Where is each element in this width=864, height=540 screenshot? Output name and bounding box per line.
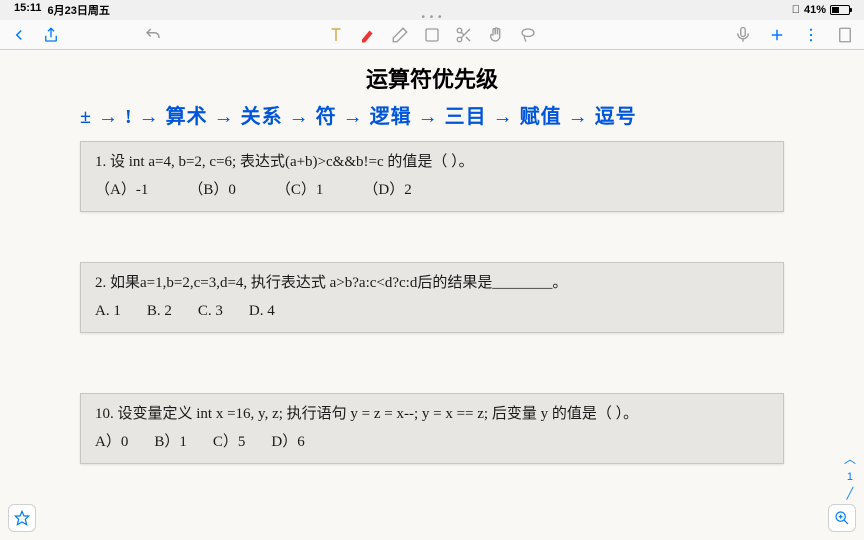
mic-icon[interactable] bbox=[734, 26, 752, 44]
page-view-icon[interactable] bbox=[836, 26, 854, 44]
hand-tool-icon[interactable] bbox=[487, 26, 505, 44]
nav-up-icon[interactable]: ︿ bbox=[844, 450, 856, 467]
toolbar: • • • bbox=[0, 20, 864, 50]
battery-icon bbox=[830, 5, 850, 15]
q1-opt-c: （C）1 bbox=[276, 178, 324, 204]
bookmark-button[interactable] bbox=[8, 504, 36, 532]
page-sep: ╱ bbox=[847, 488, 854, 501]
q2-opt-d: D. 4 bbox=[249, 299, 275, 325]
handwritten-title: 运算符优先级 bbox=[60, 62, 804, 94]
lasso-tool-icon[interactable] bbox=[519, 26, 537, 44]
q10-opt-a: A）0 bbox=[95, 430, 128, 456]
q1-opt-b: （B）0 bbox=[188, 178, 236, 204]
text-tool-icon[interactable] bbox=[327, 26, 345, 44]
page-current: 1 bbox=[847, 471, 853, 484]
q10-text: 10. 设变量定义 int x =16, y, z; 执行语句 y = z = … bbox=[95, 402, 769, 428]
drag-dots[interactable]: • • • bbox=[421, 12, 442, 23]
q1-text: 1. 设 int a=4, b=2, c=6; 表达式(a+b)>c&&b!=c… bbox=[95, 150, 769, 176]
q2-text: 2. 如果a=1,b=2,c=3,d=4, 执行表达式 a>b?a:c<d?c:… bbox=[95, 271, 769, 297]
more-icon[interactable] bbox=[802, 26, 820, 44]
status-date: 6月23日周五 bbox=[48, 2, 110, 18]
q10-opt-c: C）5 bbox=[213, 430, 246, 456]
battery-pct: 41% bbox=[804, 4, 826, 16]
eraser-tool-icon[interactable] bbox=[391, 26, 409, 44]
q2-opt-a: A. 1 bbox=[95, 299, 121, 325]
q2-opt-b: B. 2 bbox=[147, 299, 172, 325]
share-icon[interactable] bbox=[42, 26, 60, 44]
question-1: 1. 设 int a=4, b=2, c=6; 表达式(a+b)>c&&b!=c… bbox=[80, 141, 784, 212]
scissors-icon[interactable] bbox=[455, 26, 473, 44]
add-icon[interactable] bbox=[768, 26, 786, 44]
shape-tool-icon[interactable] bbox=[423, 26, 441, 44]
handwritten-sequence: ± → ! → 算术 → 关系 → 符 → 逻辑 → 三目 → 赋值 → 逗号 bbox=[60, 100, 804, 129]
q1-opt-a: （A）-1 bbox=[95, 178, 148, 204]
q1-opt-d: （D）2 bbox=[363, 178, 411, 204]
question-2: 2. 如果a=1,b=2,c=3,d=4, 执行表达式 a>b?a:c<d?c:… bbox=[80, 262, 784, 333]
q2-opt-c: C. 3 bbox=[198, 299, 223, 325]
undo-icon[interactable] bbox=[144, 26, 162, 44]
marker-tool-icon[interactable] bbox=[359, 26, 377, 44]
wifi-icon: 􀙇 bbox=[792, 4, 800, 16]
q10-opt-b: B）1 bbox=[154, 430, 187, 456]
note-canvas[interactable]: 运算符优先级 ± → ! → 算术 → 关系 → 符 → 逻辑 → 三目 → 赋… bbox=[0, 50, 864, 540]
back-icon[interactable] bbox=[10, 26, 28, 44]
status-time: 15:11 bbox=[14, 2, 42, 18]
question-10: 10. 设变量定义 int x =16, y, z; 执行语句 y = z = … bbox=[80, 393, 784, 464]
q10-opt-d: D）6 bbox=[271, 430, 304, 456]
zoom-button[interactable] bbox=[828, 504, 856, 532]
